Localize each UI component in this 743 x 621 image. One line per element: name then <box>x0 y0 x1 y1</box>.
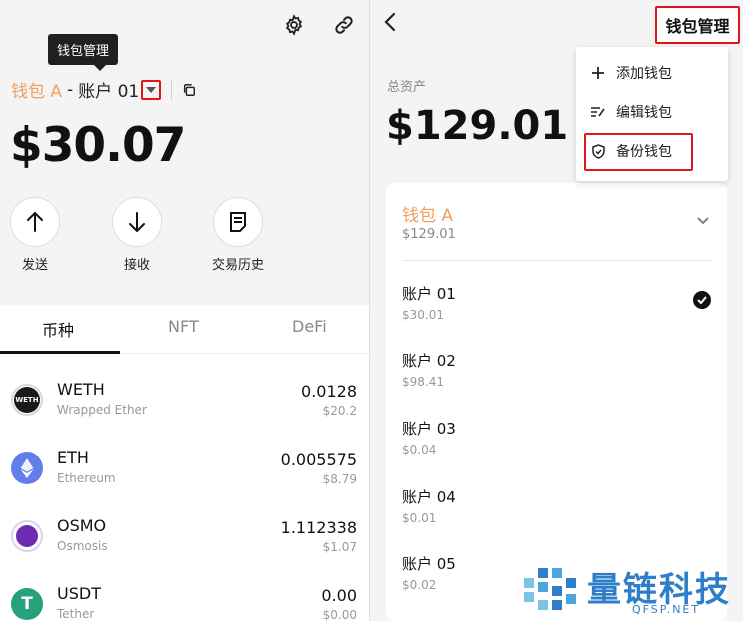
receive-label: 接收 <box>123 258 150 273</box>
account-value: $98.41 <box>402 375 444 389</box>
total-assets-label: 总资产 <box>387 80 427 95</box>
history-button[interactable]: 交易历史 <box>206 197 270 273</box>
account-value: $30.01 <box>402 308 444 322</box>
account-row-04[interactable]: 账户 04 $0.01 <box>402 486 711 546</box>
account-value: $0.01 <box>402 511 437 525</box>
wallet-card: 钱包 A $129.01 账户 01 $30.01 账户 02 $98.41 账… <box>386 183 727 621</box>
send-button[interactable]: 发送 <box>3 197 67 273</box>
wallet-name[interactable]: 钱包 A <box>402 201 453 226</box>
account-name: 账户 01 <box>78 82 140 102</box>
divider <box>402 260 711 261</box>
caret-down-icon <box>146 86 157 93</box>
account-name: 账户 03 <box>402 420 456 438</box>
menu-add-wallet[interactable]: 添加钱包 <box>590 63 672 83</box>
menu-label: 添加钱包 <box>616 66 672 82</box>
token-row-eth[interactable]: ETH Ethereum 0.005575 $8.79 <box>0 442 369 510</box>
edit-icon <box>590 106 606 118</box>
account-value: $0.04 <box>402 443 437 457</box>
wallet-name: 钱包 A <box>11 82 63 102</box>
divider <box>171 79 173 100</box>
back-button[interactable] <box>384 12 396 38</box>
token-name: Osmosis <box>57 539 108 553</box>
wallet-management-button[interactable]: 钱包管理 <box>655 6 740 44</box>
token-usd-value: $8.79 <box>322 472 357 486</box>
account-name: 账户 01 <box>402 285 456 303</box>
tab-tokens[interactable]: 币种 <box>42 317 74 341</box>
account-name: 账户 04 <box>402 488 456 506</box>
history-label: 交易历史 <box>211 258 264 273</box>
menu-edit-wallet[interactable]: 编辑钱包 <box>590 102 672 122</box>
collapse-button[interactable] <box>697 213 709 229</box>
account-row-02[interactable]: 账户 02 $98.41 <box>402 350 711 410</box>
token-row-usdt[interactable]: T USDT Tether 0.00 $0.00 <box>0 578 369 621</box>
send-icon-circle <box>10 197 60 247</box>
tab-defi[interactable]: DeFi <box>292 317 327 336</box>
connect-button[interactable] <box>330 11 358 39</box>
token-row-osmo[interactable]: OSMO Osmosis 1.112338 $1.07 <box>0 510 369 578</box>
osmosis-icon <box>16 525 38 547</box>
token-name: Tether <box>57 607 95 621</box>
receive-icon-circle <box>112 197 162 247</box>
total-assets-amount: $129.01 <box>386 103 569 149</box>
plus-icon <box>590 67 606 79</box>
watermark-logo-icon <box>524 568 576 610</box>
token-symbol: WETH <box>57 380 105 399</box>
send-label: 发送 <box>21 258 48 273</box>
ethereum-icon <box>20 458 34 478</box>
token-symbol: ETH <box>57 448 89 467</box>
weth-logo: WETH <box>11 384 43 416</box>
menu-label: 编辑钱包 <box>616 105 672 121</box>
eth-logo <box>11 452 43 484</box>
token-symbol: OSMO <box>57 516 107 535</box>
history-icon <box>230 212 246 232</box>
separator: - <box>67 79 74 100</box>
token-amount: 0.005575 <box>280 450 357 469</box>
arrow-up-icon <box>27 211 43 232</box>
usdt-logo: T <box>11 588 43 620</box>
token-usd-value: $1.07 <box>322 540 357 554</box>
wallet-management-tooltip: 钱包管理 <box>48 34 119 71</box>
gear-icon <box>285 14 303 36</box>
weth-logo-text: WETH <box>14 387 40 413</box>
token-usd-value: $20.2 <box>322 404 357 418</box>
watermark-subtitle: QFSP.NET <box>632 603 701 616</box>
account-row-03[interactable]: 账户 03 $0.04 <box>402 418 711 478</box>
copy-icon[interactable] <box>182 83 196 97</box>
wallet-account-selector[interactable]: 钱包 A - 账户 01 <box>11 77 196 102</box>
wallet-home-panel: 钱包管理 钱包 A - 账户 01 $30.07 发送 接收 交易历史 币种 N… <box>0 0 369 621</box>
wallet-management-panel: 钱包管理 总资产 $129.01 钱包 A $129.01 账户 01 $30.… <box>370 0 743 621</box>
osmo-logo <box>11 520 43 552</box>
active-tab-indicator <box>0 351 120 354</box>
token-symbol: USDT <box>57 584 101 603</box>
settings-button[interactable] <box>280 11 308 39</box>
check-icon <box>693 291 711 309</box>
token-amount: 0.0128 <box>301 382 357 401</box>
link-icon <box>335 16 353 34</box>
token-usd-value: $0.00 <box>322 608 357 621</box>
token-row-weth[interactable]: WETH WETH Wrapped Ether 0.0128 $20.2 <box>0 374 369 442</box>
wallet-balance: $30.07 <box>10 118 186 173</box>
wallet-amount: $129.01 <box>402 227 456 242</box>
chevron-down-icon <box>697 217 709 225</box>
asset-tabs: 币种 NFT DeFi <box>0 305 369 354</box>
wallet-management-menu: 添加钱包 编辑钱包 备份钱包 <box>576 47 728 181</box>
token-amount: 0.00 <box>321 586 357 605</box>
account-row-01[interactable]: 账户 01 $30.01 <box>402 283 711 343</box>
token-amount: 1.112338 <box>280 518 357 537</box>
account-name: 账户 02 <box>402 352 456 370</box>
arrow-down-icon <box>129 212 145 233</box>
account-dropdown-button[interactable] <box>141 79 162 100</box>
receive-button[interactable]: 接收 <box>105 197 169 273</box>
tab-nft[interactable]: NFT <box>168 317 199 336</box>
highlight-box <box>584 133 693 171</box>
history-icon-circle <box>213 197 263 247</box>
chevron-left-icon <box>384 12 396 32</box>
watermark: 量链科技 QFSP.NET <box>520 560 740 618</box>
token-name: Ethereum <box>57 471 116 485</box>
token-name: Wrapped Ether <box>57 403 147 417</box>
